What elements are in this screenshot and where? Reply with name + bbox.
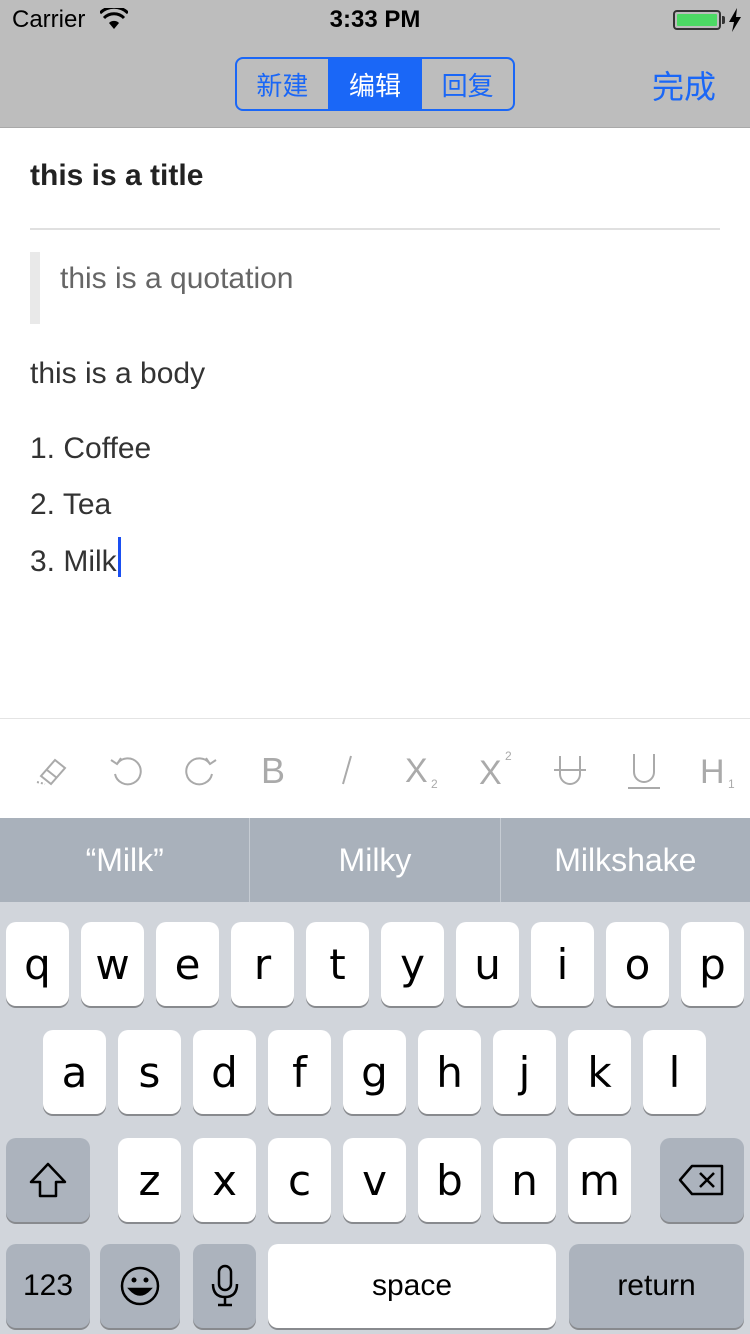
segment-reply[interactable]: 回复 <box>420 59 513 109</box>
key-z[interactable]: z <box>118 1138 181 1222</box>
heading-icon[interactable]: H1 <box>693 745 743 795</box>
list-item[interactable]: 2. Tea <box>30 487 151 543</box>
key-g[interactable]: g <box>343 1030 406 1114</box>
key-t[interactable]: t <box>306 922 369 1006</box>
delete-icon <box>678 1164 724 1196</box>
key-i[interactable]: i <box>531 922 594 1006</box>
microphone-icon <box>211 1264 238 1307</box>
battery-tip <box>722 16 725 24</box>
list-item-text: 2. Tea <box>30 488 112 521</box>
numbers-key[interactable]: 123 <box>6 1244 90 1328</box>
quote-bar <box>30 252 40 324</box>
ordered-list: 1. Coffee 2. Tea 3. Milk <box>30 431 151 599</box>
svg-text:H: H <box>700 753 725 790</box>
key-m[interactable]: m <box>568 1138 631 1222</box>
segment-new[interactable]: 新建 <box>237 59 328 109</box>
key-s[interactable]: s <box>118 1030 181 1114</box>
shift-key[interactable] <box>6 1138 90 1222</box>
key-p[interactable]: p <box>681 922 744 1006</box>
title-divider <box>30 228 720 230</box>
text-cursor <box>117 537 121 577</box>
prediction-3[interactable]: Milkshake <box>499 818 750 902</box>
charging-icon <box>729 8 741 32</box>
key-v[interactable]: v <box>343 1138 406 1222</box>
key-k[interactable]: k <box>568 1030 631 1114</box>
status-bar: Carrier 3:33 PM <box>0 0 750 40</box>
key-j[interactable]: j <box>493 1030 556 1114</box>
key-a[interactable]: a <box>43 1030 106 1114</box>
dictation-key[interactable] <box>193 1244 256 1328</box>
bold-icon[interactable]: B <box>248 745 298 795</box>
list-item-text: 1. Coffee <box>30 432 152 465</box>
key-q[interactable]: q <box>6 922 69 1006</box>
status-time: 3:33 PM <box>329 6 421 33</box>
key-y[interactable]: y <box>381 922 444 1006</box>
done-button[interactable]: 完成 <box>652 62 716 108</box>
key-r[interactable]: r <box>231 922 294 1006</box>
blockquote[interactable]: this is a quotation <box>60 262 293 296</box>
navigation-bar: Carrier 3:33 PM 新建 编辑 回复 完成 <box>0 0 750 128</box>
emoji-key[interactable] <box>100 1244 180 1328</box>
keyboard: “Milk” Milky Milkshake q w e r t y u i o… <box>0 818 750 1334</box>
svg-text:X: X <box>479 754 502 790</box>
key-o[interactable]: o <box>606 922 669 1006</box>
space-key[interactable]: space <box>268 1244 556 1328</box>
key-e[interactable]: e <box>156 922 219 1006</box>
subscript-icon[interactable]: X2 <box>396 745 446 795</box>
svg-text:2: 2 <box>505 750 512 763</box>
strikethrough-icon[interactable] <box>545 745 595 795</box>
superscript-icon[interactable]: X2 <box>470 745 520 795</box>
undo-icon[interactable] <box>102 745 152 795</box>
key-b[interactable]: b <box>418 1138 481 1222</box>
svg-text:X: X <box>405 752 428 790</box>
svg-text:2: 2 <box>431 777 438 790</box>
delete-key[interactable] <box>660 1138 744 1222</box>
return-key[interactable]: return <box>569 1244 744 1328</box>
svg-text:B: B <box>261 750 285 790</box>
prediction-1[interactable]: “Milk” <box>0 818 249 902</box>
key-n[interactable]: n <box>493 1138 556 1222</box>
key-d[interactable]: d <box>193 1030 256 1114</box>
formatting-toolbar: B X2 X2 H1 <box>0 718 750 818</box>
key-h[interactable]: h <box>418 1030 481 1114</box>
key-u[interactable]: u <box>456 922 519 1006</box>
emoji-icon <box>120 1266 160 1306</box>
key-l[interactable]: l <box>643 1030 706 1114</box>
eraser-icon[interactable] <box>28 745 78 795</box>
note-title[interactable]: this is a title <box>30 159 203 193</box>
mode-segmented-control: 新建 编辑 回复 <box>235 57 515 111</box>
key-x[interactable]: x <box>193 1138 256 1222</box>
italic-icon[interactable] <box>322 745 372 795</box>
key-c[interactable]: c <box>268 1138 331 1222</box>
body-paragraph[interactable]: this is a body <box>30 357 205 391</box>
rich-text-editor[interactable]: this is a title this is a quotation this… <box>0 129 750 718</box>
key-w[interactable]: w <box>81 922 144 1006</box>
redo-icon[interactable] <box>175 745 225 795</box>
battery-icon <box>673 10 721 30</box>
list-item-text: 3. Milk <box>30 544 117 578</box>
prediction-2[interactable]: Milky <box>249 818 499 902</box>
segment-edit[interactable]: 编辑 <box>327 59 421 109</box>
underline-icon[interactable] <box>619 745 669 795</box>
list-item[interactable]: 3. Milk <box>30 537 151 599</box>
key-f[interactable]: f <box>268 1030 331 1114</box>
svg-text:1: 1 <box>728 777 735 790</box>
list-item[interactable]: 1. Coffee <box>30 431 151 487</box>
shift-icon <box>29 1162 67 1198</box>
predictive-bar: “Milk” Milky Milkshake <box>0 818 750 902</box>
